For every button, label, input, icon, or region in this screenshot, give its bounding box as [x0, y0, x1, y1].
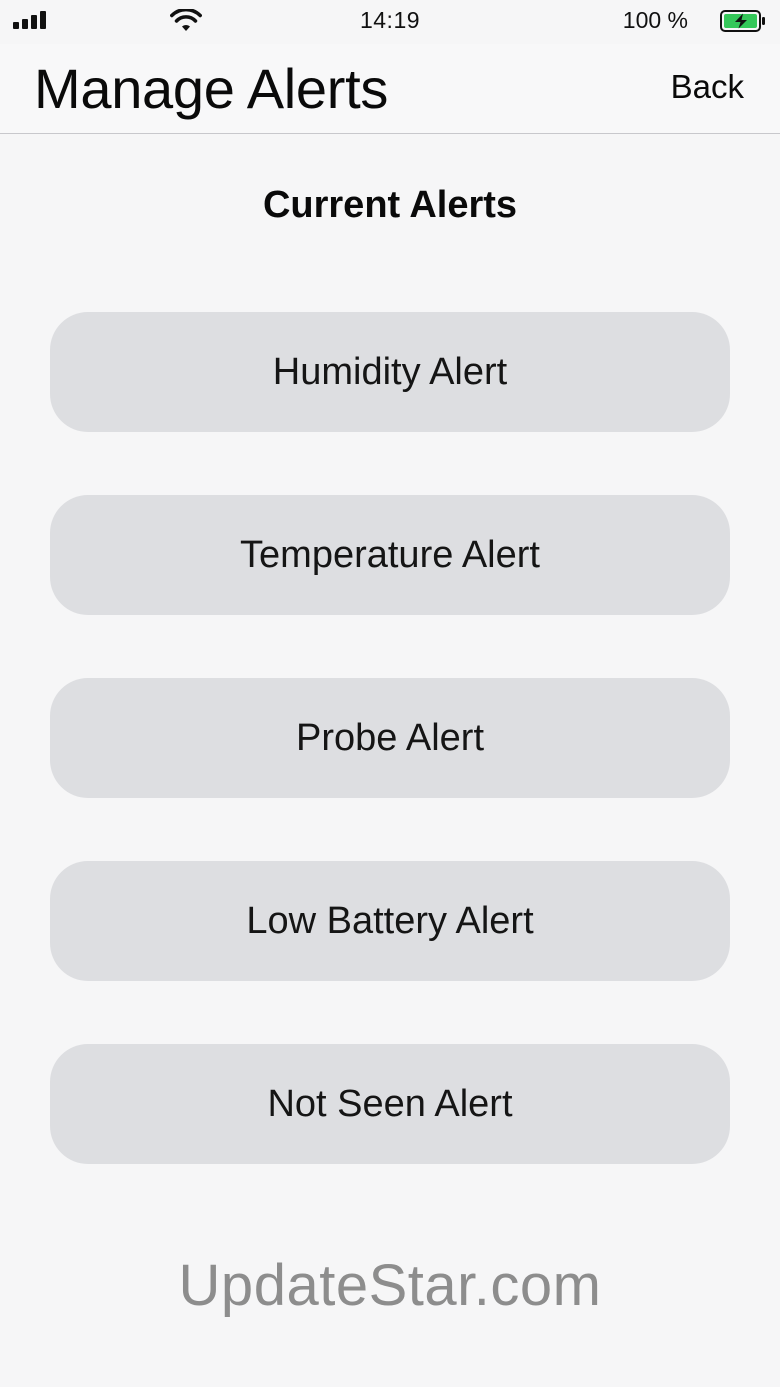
probe-alert-button[interactable]: Probe Alert	[50, 678, 730, 798]
battery-charging-icon	[720, 10, 765, 32]
section-title: Current Alerts	[262, 184, 518, 226]
low-battery-alert-button[interactable]: Low Battery Alert	[50, 861, 730, 981]
temperature-alert-button[interactable]: Temperature Alert	[50, 495, 730, 615]
humidity-alert-button[interactable]: Humidity Alert	[50, 312, 730, 432]
status-bar: 14:19 100 %	[0, 0, 780, 44]
navigation-bar: Manage Alerts Back	[0, 44, 780, 134]
watermark: UpdateStar.com	[178, 1253, 602, 1318]
battery-percent: 100 %	[622, 7, 688, 33]
back-button[interactable]: Back	[671, 68, 744, 106]
page-title: Manage Alerts	[34, 57, 389, 120]
app-screen: 14:19 100 % Manage Alerts Back Current A…	[0, 0, 780, 1387]
not-seen-alert-button[interactable]: Not Seen Alert	[50, 1044, 730, 1164]
alert-list: Humidity Alert Temperature Alert Probe A…	[50, 312, 730, 1227]
